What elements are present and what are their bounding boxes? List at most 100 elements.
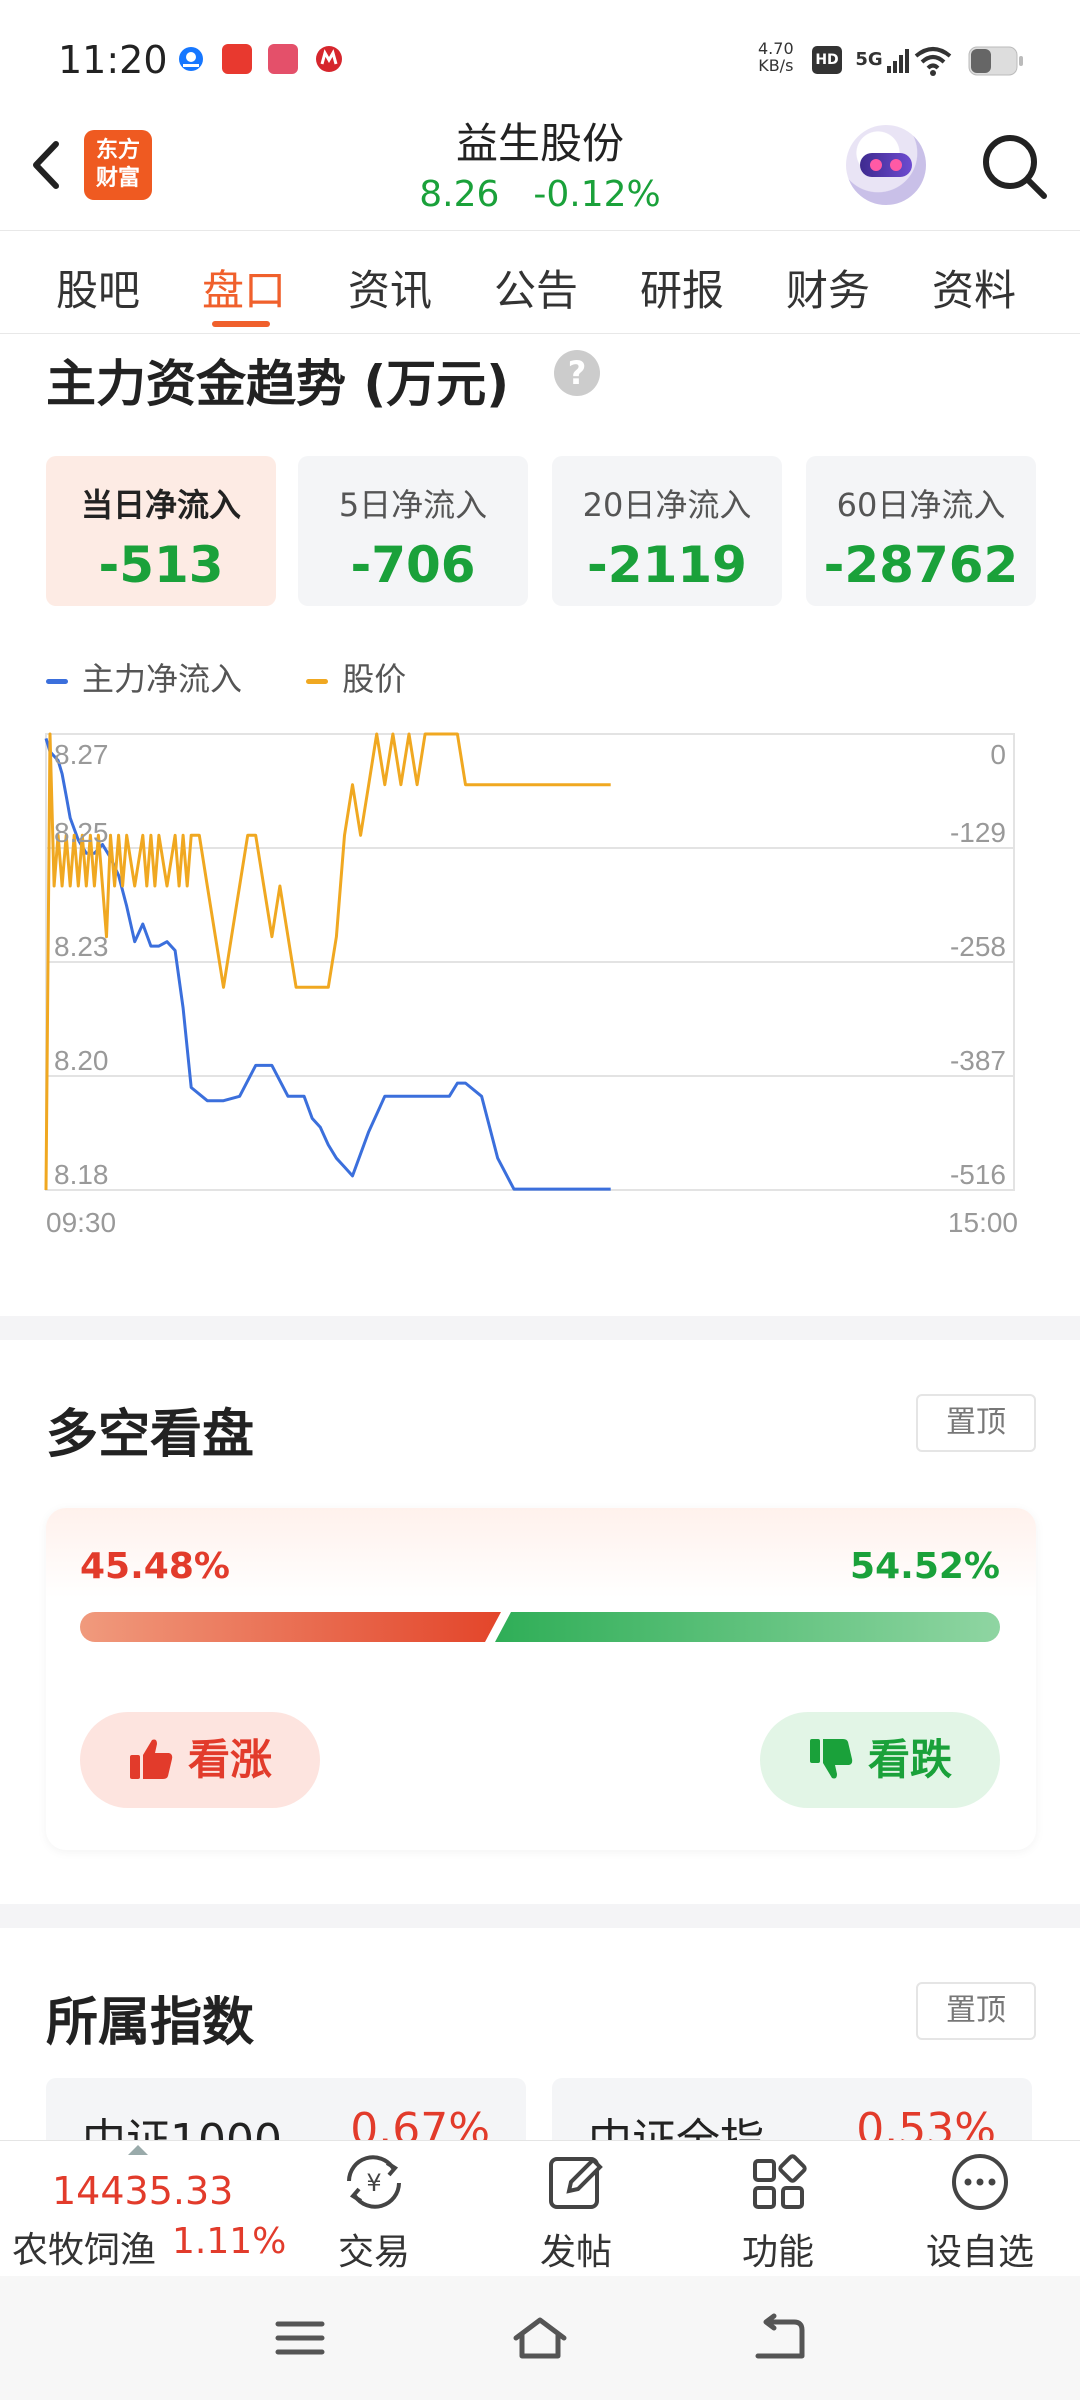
right-axis-tick: -258 bbox=[950, 931, 1006, 962]
sector-name[interactable]: 农牧饲渔 bbox=[12, 2221, 156, 2273]
bear-percent: 54.52% bbox=[850, 1546, 1000, 1587]
help-icon[interactable]: ? bbox=[554, 350, 600, 396]
left-axis-tick: 8.23 bbox=[54, 931, 109, 962]
bearish-button[interactable]: 看跌 bbox=[760, 1712, 1000, 1808]
tab-news[interactable]: 资讯 bbox=[348, 257, 432, 318]
signal-icon bbox=[886, 48, 910, 78]
post-label: 发帖 bbox=[539, 2232, 612, 2273]
more-icon bbox=[952, 2154, 1008, 2210]
stat-label: 5日净流入 bbox=[338, 486, 488, 524]
x-axis-end: 15:00 bbox=[948, 1207, 1018, 1238]
legend-flow: 主力净流入 bbox=[46, 654, 242, 700]
stock-change: -0.12% bbox=[533, 174, 661, 215]
left-axis-tick: 8.18 bbox=[54, 1159, 109, 1190]
bottom-toolbar: 14435.33 农牧饲渔 1.11% ¥ 交易 发帖 功能 设自选 bbox=[0, 2140, 1080, 2276]
bull-bar bbox=[80, 1612, 501, 1642]
svg-text:¥: ¥ bbox=[366, 2169, 381, 2197]
bullish-label: 看涨 bbox=[187, 1735, 272, 1784]
index-title: 所属指数 bbox=[46, 1993, 255, 2053]
stat-20day[interactable]: 20日净流入 -2119 bbox=[552, 456, 782, 606]
functions-label: 功能 bbox=[741, 2232, 814, 2273]
bullish-button[interactable]: 看涨 bbox=[80, 1712, 320, 1808]
legend-price-label: 股价 bbox=[342, 660, 407, 698]
tab-pankou[interactable]: 盘口 bbox=[202, 257, 286, 318]
tab-profile[interactable]: 资料 bbox=[932, 257, 1016, 318]
left-axis-tick: 8.20 bbox=[54, 1045, 109, 1076]
post-icon bbox=[549, 2157, 603, 2209]
status-bar: 11:20 4.70 KB/s HD 5G bbox=[0, 0, 1080, 110]
menu-icon[interactable] bbox=[272, 2312, 328, 2364]
trade-icon: ¥ bbox=[347, 2155, 401, 2209]
index-name: 中证全指 bbox=[588, 2104, 764, 2140]
right-axis-tick: -387 bbox=[950, 1045, 1006, 1076]
index-card-csi-all[interactable]: 中证全指 0.53% bbox=[552, 2078, 1032, 2140]
legend-price: 股价 bbox=[306, 654, 406, 700]
stat-5day[interactable]: 5日净流入 -706 bbox=[298, 456, 528, 606]
right-axis-tick: 0 bbox=[990, 739, 1006, 770]
right-axis-tick: -516 bbox=[950, 1159, 1006, 1190]
right-axis-tick: -129 bbox=[950, 817, 1006, 848]
alipay-icon bbox=[176, 44, 206, 74]
bull-percent: 45.48% bbox=[80, 1546, 230, 1587]
post-button[interactable]: 发帖 bbox=[506, 2151, 646, 2273]
thumbs-down-icon bbox=[809, 1738, 853, 1778]
left-axis-tick: 8.25 bbox=[54, 817, 109, 848]
add-watchlist-label: 设自选 bbox=[925, 2232, 1034, 2273]
bearish-label: 看跌 bbox=[867, 1735, 952, 1784]
status-time: 11:20 bbox=[58, 38, 168, 82]
sector-change: 1.11% bbox=[172, 2221, 287, 2262]
index-name: 中证1000 bbox=[82, 2104, 282, 2140]
index-change: 0.67% bbox=[350, 2104, 490, 2140]
bear-bar bbox=[495, 1612, 1000, 1642]
fund-flow-title: 主力资金趋势 (万元) bbox=[46, 355, 510, 413]
grid-icon bbox=[753, 2154, 807, 2209]
tab-finance[interactable]: 财务 bbox=[786, 257, 870, 318]
assistant-robot-icon[interactable] bbox=[846, 125, 926, 205]
fund-flow-section: 主力资金趋势 (万元) ? 当日净流入 -513 5日净流入 -706 20日净… bbox=[0, 334, 1080, 1316]
sector-index-value[interactable]: 14435.33 bbox=[52, 2169, 233, 2213]
functions-button[interactable]: 功能 bbox=[708, 2151, 848, 2273]
stat-value: -706 bbox=[350, 536, 476, 594]
stat-today[interactable]: 当日净流入 -513 bbox=[46, 456, 276, 606]
toutiao-icon bbox=[222, 44, 252, 74]
stat-value: -513 bbox=[98, 536, 224, 594]
back-icon[interactable] bbox=[752, 2312, 808, 2364]
add-watchlist-button[interactable]: 设自选 bbox=[910, 2151, 1050, 2273]
tab-guba[interactable]: 股吧 bbox=[56, 257, 140, 318]
index-card-csi1000[interactable]: 中证1000 0.67% bbox=[46, 2078, 526, 2140]
ticker-expand-icon[interactable] bbox=[128, 2145, 148, 2155]
search-icon[interactable] bbox=[978, 130, 1050, 202]
fund-flow-chart: 8.27 0 8.25 -129 8.23 -258 8.20 -387 8.18 -516 09:… bbox=[44, 732, 1018, 1238]
index-change: 0.53% bbox=[856, 2104, 996, 2140]
sentiment-panel: 45.48% 54.52% 看涨 看跌 bbox=[46, 1508, 1036, 1850]
net-speed: 4.70 KB/s bbox=[758, 40, 794, 74]
stat-label: 当日净流入 bbox=[80, 486, 241, 524]
pin-top-button[interactable]: 置顶 bbox=[916, 1394, 1036, 1452]
trade-button[interactable]: ¥ 交易 bbox=[304, 2151, 444, 2273]
home-icon[interactable] bbox=[510, 2312, 570, 2364]
stat-label: 60日净流入 bbox=[836, 486, 1006, 524]
stat-60day[interactable]: 60日净流入 -28762 bbox=[806, 456, 1036, 606]
stock-price: 8.26 bbox=[419, 174, 500, 215]
game-icon bbox=[268, 44, 298, 74]
index-section: 所属指数 置顶 中证1000 0.67% 中证全指 0.53% bbox=[0, 1928, 1080, 2140]
thumbs-up-icon bbox=[129, 1739, 173, 1779]
legend-flow-label: 主力净流入 bbox=[82, 660, 243, 698]
wifi-icon bbox=[914, 46, 952, 80]
stat-value: -2119 bbox=[587, 536, 747, 594]
cmb-icon bbox=[314, 44, 344, 74]
pin-top-button[interactable]: 置顶 bbox=[916, 1982, 1036, 2040]
x-axis-start: 09:30 bbox=[46, 1207, 116, 1238]
stat-label: 20日净流入 bbox=[582, 486, 752, 524]
tab-announcements[interactable]: 公告 bbox=[494, 257, 578, 318]
net-speed-value: 4.70 bbox=[758, 39, 794, 58]
sentiment-bar bbox=[80, 1612, 1000, 1642]
battery-icon bbox=[968, 46, 1024, 80]
tab-bar: 股吧 盘口 资讯 公告 研报 财务 资料 bbox=[0, 230, 1080, 334]
hd-badge: HD bbox=[812, 46, 842, 74]
sentiment-title: 多空看盘 bbox=[46, 1405, 255, 1465]
series-main-flow-line bbox=[44, 737, 611, 1191]
left-axis-tick: 8.27 bbox=[54, 739, 109, 770]
stock-header: 东方 财富 益生股份 8.26 -0.12% bbox=[0, 110, 1080, 230]
tab-research[interactable]: 研报 bbox=[640, 257, 724, 318]
